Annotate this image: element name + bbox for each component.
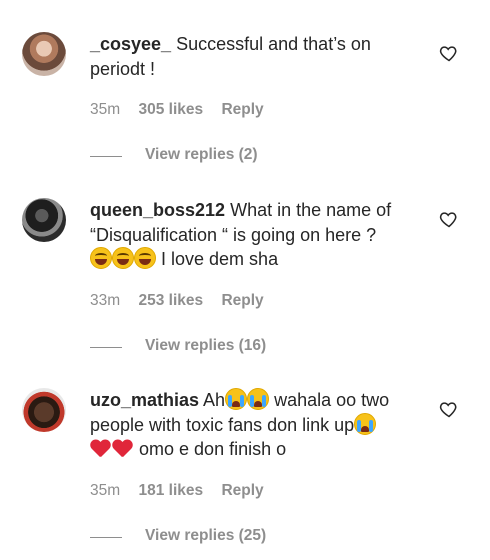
comment-body-part: I love dem sha <box>161 249 279 269</box>
comment-text: _cosyee_ Successful and that’s on period… <box>90 32 415 81</box>
comment-likes[interactable]: 305 likes <box>138 101 203 118</box>
comment-timestamp: 35m <box>90 101 121 118</box>
comment-text: queen_boss212 What in the name of “Disqu… <box>90 198 415 272</box>
comment-body-part: periodt ! <box>90 58 156 79</box>
comment-body-part: Ah <box>203 390 226 410</box>
reply-button[interactable]: Reply <box>221 101 263 118</box>
loudly-crying-emoji <box>354 412 377 435</box>
comment-meta: 33m 253 likes Reply <box>90 292 278 310</box>
heart-outline-icon[interactable] <box>439 399 459 419</box>
view-replies-label[interactable]: View replies (16) <box>145 337 266 355</box>
reply-button[interactable]: Reply <box>221 482 263 499</box>
comment-body-part: What in the name of <box>230 200 392 220</box>
comment-likes[interactable]: 253 likes <box>138 292 203 309</box>
comment-body-part: wahala oo two <box>274 390 390 410</box>
tears-of-joy-emoji <box>90 247 112 269</box>
comment-username[interactable]: uzo_mathias <box>90 390 199 410</box>
comment-timestamp: 33m <box>90 292 121 309</box>
replies-divider <box>90 347 122 348</box>
avatar[interactable] <box>22 198 66 242</box>
comment-timestamp: 35m <box>90 482 121 499</box>
view-replies-label[interactable]: View replies (25) <box>145 527 266 545</box>
comment-likes[interactable]: 181 likes <box>138 482 203 499</box>
loudly-crying-emoji <box>247 388 270 410</box>
heart-outline-icon[interactable] <box>439 209 459 229</box>
tears-of-joy-emoji <box>112 247 134 269</box>
comment-meta: 35m 181 likes Reply <box>90 482 278 500</box>
view-replies-label[interactable]: View replies (2) <box>145 146 258 164</box>
tears-of-joy-emoji <box>134 247 156 269</box>
comment-meta: 35m 305 likes Reply <box>90 101 278 119</box>
reply-button[interactable]: Reply <box>221 292 263 309</box>
avatar[interactable] <box>22 32 66 76</box>
heart-outline-icon[interactable] <box>439 43 459 63</box>
broken-heart-emoji <box>112 439 134 459</box>
comment-body-part: people with toxic fans don link up <box>90 414 355 435</box>
comment-text: uzo_mathias Ah wahala oo two people with… <box>90 388 415 462</box>
comment-body-part: Successful and that’s on <box>176 34 371 54</box>
comment-body-part: “Disqualification “ is going on here ? <box>90 224 377 245</box>
loudly-crying-emoji <box>225 388 248 410</box>
broken-heart-emoji <box>90 439 112 459</box>
replies-divider <box>90 537 122 538</box>
comment-username[interactable]: _cosyee_ <box>90 34 171 54</box>
comment-body-part: omo e don finish o <box>139 439 287 459</box>
avatar[interactable] <box>22 388 66 432</box>
replies-divider <box>90 156 122 157</box>
comment-username[interactable]: queen_boss212 <box>90 200 225 220</box>
